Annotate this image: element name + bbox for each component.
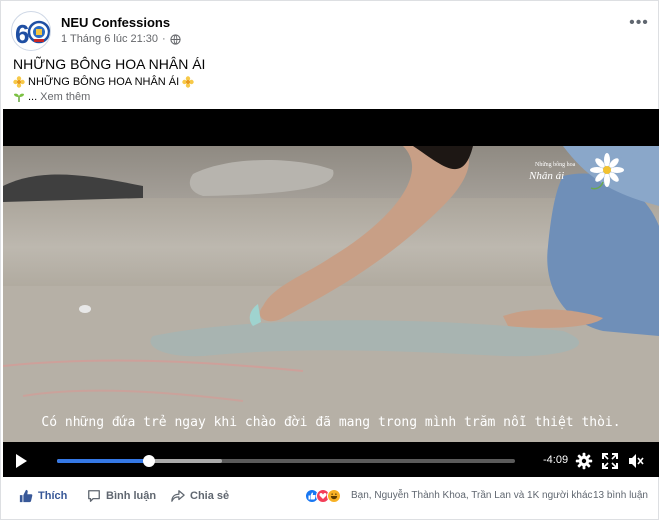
like-button[interactable]: Thích — [19, 489, 67, 503]
comment-label: Bình luận — [106, 490, 157, 502]
thumbs-up-icon — [19, 489, 33, 503]
settings-gear-icon[interactable] — [575, 452, 593, 470]
watermark-small-text: Những bông hoa — [535, 162, 576, 168]
post-timestamp[interactable]: 1 Tháng 6 lúc 21:30 — [61, 33, 158, 45]
post-title: NHỮNG BÔNG HOA NHÂN ÁI — [13, 56, 206, 72]
video-caption: Có những đứa trẻ ngay khi chào đời đã ma… — [41, 415, 621, 430]
blossom-emoji-icon — [182, 76, 194, 88]
watermark-script-text: Nhân ái — [529, 170, 565, 182]
seedling-emoji-icon — [14, 93, 24, 102]
fullscreen-icon[interactable] — [601, 452, 619, 470]
like-label: Thích — [38, 490, 68, 502]
ellipsis: ... — [28, 91, 38, 103]
progress-played — [57, 459, 149, 463]
comments-count[interactable]: 13 bình luận — [593, 490, 648, 501]
post-meta: 1 Tháng 6 lúc 21:30 · — [61, 33, 181, 45]
avatar[interactable]: 6 — [11, 11, 51, 51]
post-text-line: NHỮNG BÔNG HOA NHÂN ÁI — [13, 76, 194, 88]
reactions-summary[interactable] — [305, 489, 341, 503]
video-player[interactable]: Những bông hoa Nhân ái Có những đứa trẻ … — [3, 109, 659, 477]
more-options-icon: ••• — [629, 14, 649, 31]
more-options-button[interactable]: ••• — [627, 13, 651, 33]
share-button[interactable]: Chia sẻ — [171, 489, 229, 503]
play-icon[interactable] — [13, 453, 29, 469]
share-label: Chia sẻ — [190, 490, 230, 502]
page-name[interactable]: NEU Confessions — [61, 15, 170, 30]
svg-text:6: 6 — [15, 19, 29, 49]
comment-icon — [88, 490, 100, 502]
mute-icon[interactable] — [627, 452, 645, 470]
video-watermark: Những bông hoa Nhân ái — [525, 152, 625, 194]
blossom-emoji-icon — [13, 76, 25, 88]
share-icon — [171, 490, 185, 502]
post-footer: Thích Bình luận Chia sẻ Bạn, Nguyễn Thàn… — [1, 481, 658, 511]
time-remaining: -4:09 — [543, 454, 569, 466]
meta-separator: · — [162, 33, 166, 45]
video-controls: -4:09 — [3, 445, 659, 477]
video-frame[interactable]: Những bông hoa Nhân ái — [3, 146, 659, 442]
comment-button[interactable]: Bình luận — [87, 489, 156, 503]
haha-reaction-icon — [327, 489, 341, 503]
progress-bar[interactable] — [57, 455, 515, 467]
globe-icon[interactable] — [170, 33, 181, 45]
reactions-names[interactable]: Bạn, Nguyễn Thành Khoa, Trần Lan và 1K n… — [351, 490, 593, 501]
see-more-line: ... Xem thêm — [13, 91, 90, 103]
progress-knob[interactable] — [142, 455, 155, 467]
post-header: 6 NEU Confessions 1 Tháng 6 lúc 21:30 · … — [11, 11, 651, 51]
post-text: NHỮNG BÔNG HOA NHÂN ÁI — [28, 76, 180, 88]
see-more-link[interactable]: Xem thêm — [40, 91, 90, 103]
post-card: 6 NEU Confessions 1 Tháng 6 lúc 21:30 · … — [0, 0, 659, 520]
neu-60-logo-icon: 6 — [13, 13, 50, 50]
